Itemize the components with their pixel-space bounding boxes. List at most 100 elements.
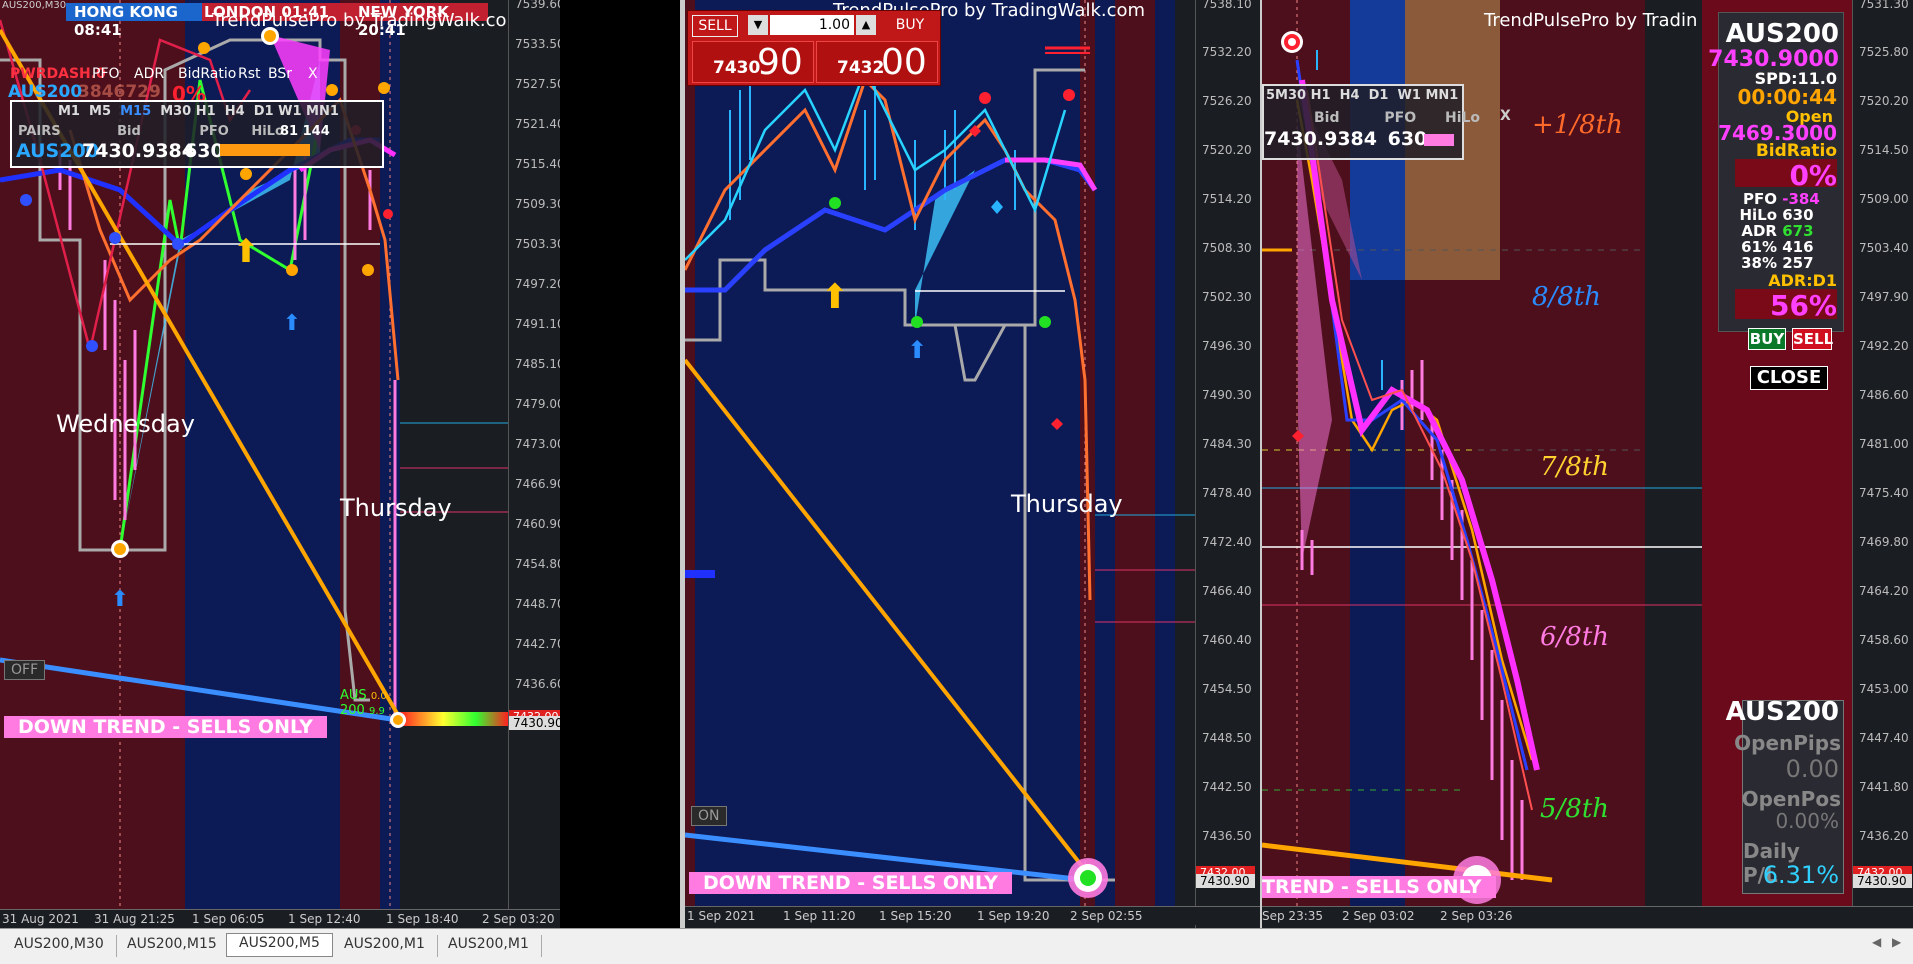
col-bid: Bid <box>117 124 141 139</box>
dash-row[interactable]: AUS200 7430.9384 630 <box>16 140 224 162</box>
sell-price[interactable]: 7430 90 <box>692 41 814 83</box>
dash-tab-rst[interactable]: Rst <box>238 66 261 82</box>
sell-quick-button[interactable]: SELL <box>1792 328 1833 350</box>
mini-dashboard: 5M30 H1 H4 D1 W1 MN1 Bid PFO HiLo 7430.9… <box>1262 84 1480 160</box>
y-tick: 7436.60 <box>515 677 560 691</box>
y-tick: 7497.90 <box>1859 290 1909 304</box>
dash-close-x[interactable]: X <box>308 66 318 82</box>
time-axis: 31 Aug 2021 31 Aug 21:25 1 Sep 06:05 1 S… <box>0 909 560 928</box>
fraction-8-8: 8/8th <box>1532 282 1602 312</box>
tf-d1[interactable]: D1 <box>254 104 274 119</box>
lot-input[interactable]: 1.00 <box>770 15 854 35</box>
mini-row[interactable]: 7430.9384 630 <box>1264 128 1427 150</box>
tab-aus200-m30[interactable]: AUS200,M30 <box>2 935 117 957</box>
mini-hilo-bar <box>1424 134 1454 146</box>
y-tick: 7484.30 <box>1202 437 1252 451</box>
dash-tab-pfo[interactable]: PFO <box>92 66 120 82</box>
y-tick: 7515.40 <box>515 157 560 171</box>
info-adr-pct: 56% <box>1735 289 1837 322</box>
x-tick: 31 Aug 2021 <box>2 912 79 926</box>
tf-m5[interactable]: M5 <box>89 104 111 119</box>
price-axis: 7539.60 7533.50 7527.50 7521.40 7515.40 … <box>508 0 560 910</box>
chart-pane-m5[interactable]: ⬆ ⬆ TrendPulsePro by TradingWalk.com SEL… <box>685 0 1195 928</box>
tf-mn1[interactable]: MN1 <box>306 104 339 119</box>
trend-banner: TREND - SELLS ONLY <box>1262 876 1496 898</box>
y-tick: 7526.20 <box>1202 94 1252 108</box>
svg-text:⬆: ⬆ <box>283 311 301 336</box>
buy-price[interactable]: 7432 00 <box>816 41 938 83</box>
y-tick: 7464.20 <box>1859 584 1909 598</box>
session-hk-label: HONG KONG <box>74 3 178 21</box>
y-tick: 7436.50 <box>1202 829 1252 843</box>
pl-open-pos: 0.00% <box>1775 809 1839 833</box>
dash-tab-adr[interactable]: ADR <box>134 66 164 82</box>
pane-separator[interactable] <box>680 0 685 928</box>
y-tick: 7503.40 <box>1859 241 1909 255</box>
chart-pane-m30[interactable]: ⬆ ⬆ ⬆ HONG KONG 08:41 LONDON 01:41 NEW Y… <box>0 0 560 928</box>
tf-h4[interactable]: H4 <box>225 104 245 119</box>
dash-symbol: AUS200 <box>8 82 83 102</box>
buy-price-big: 00 <box>881 42 927 83</box>
tf-m30[interactable]: M30 <box>1275 88 1306 103</box>
y-tick: 7527.50 <box>515 77 560 91</box>
tf-m15[interactable]: M15 <box>120 104 151 119</box>
tf-m5[interactable]: 5 <box>1266 88 1275 103</box>
price-axis-m5: 7538.10 7532.20 7526.20 7520.20 7514.20 … <box>1195 0 1261 928</box>
tf-w1[interactable]: W1 <box>1398 88 1421 103</box>
x-tick: 31 Aug 21:25 <box>94 912 175 926</box>
mini-close-x[interactable]: X <box>1500 108 1511 124</box>
tf-h4[interactable]: H4 <box>1340 88 1360 103</box>
tab-aus200-m5[interactable]: AUS200,M5 <box>226 933 333 957</box>
y-tick: 7521.40 <box>515 117 560 131</box>
col-pfo: PFO <box>199 124 229 139</box>
y-tick: 7454.80 <box>515 557 560 571</box>
tf-w1[interactable]: W1 <box>278 104 301 119</box>
tf-h1[interactable]: H1 <box>196 104 216 119</box>
x-tick: 2 Sep 03:02 <box>1342 909 1415 923</box>
toggle-on-button[interactable]: ON <box>691 806 727 826</box>
y-tick: 7509.00 <box>1859 192 1909 206</box>
y-tick: 7436.20 <box>1859 829 1909 843</box>
row-pfo: 630 <box>184 140 224 162</box>
info-row-key: PFO <box>1743 190 1777 208</box>
x-tick: 1 Sep 15:20 <box>879 909 952 923</box>
toggle-off-button[interactable]: OFF <box>4 660 46 680</box>
y-tick: 7460.90 <box>515 517 560 531</box>
dash-tab-bidratio[interactable]: BidRatio <box>178 66 236 82</box>
x-tick: 1 Sep 18:40 <box>386 912 459 926</box>
tf-m1[interactable]: M1 <box>58 104 80 119</box>
y-tick: 7520.20 <box>1202 143 1252 157</box>
pane-separator[interactable] <box>1260 0 1262 928</box>
dash-tab-bsr[interactable]: BSr <box>268 66 292 82</box>
tab-aus200-m1-second[interactable]: AUS200,M1 <box>436 935 542 957</box>
tf-m30[interactable]: M30 <box>160 104 191 119</box>
tab-aus200-m15[interactable]: AUS200,M15 <box>115 935 230 957</box>
tf-d1[interactable]: D1 <box>1369 88 1389 103</box>
buy-quick-button[interactable]: BUY <box>1748 328 1786 350</box>
tf-h1[interactable]: H1 <box>1311 88 1331 103</box>
tf-mn1[interactable]: MN1 <box>1425 88 1458 103</box>
lot-increase[interactable]: ▲ <box>856 15 876 35</box>
day-label-thursday: Thursday <box>340 494 452 522</box>
y-tick: 7478.40 <box>1202 486 1252 500</box>
sell-button[interactable]: SELL <box>692 15 738 37</box>
x-tick: Sep 23:35 <box>1262 909 1324 923</box>
buy-button[interactable]: BUY <box>888 15 932 35</box>
lot-decrease[interactable]: ▼ <box>748 15 768 35</box>
info-row-pfo: PFO -384 <box>1733 191 1837 207</box>
close-all-button[interactable]: CLOSE <box>1750 366 1828 390</box>
info-bidratio-label: BidRatio <box>1755 141 1837 161</box>
x-tick: 2 Sep 03:26 <box>1440 909 1513 923</box>
scroll-left-icon[interactable]: ◀ <box>1872 935 1881 949</box>
chart-pane-m1[interactable]: TrendPulsePro by Tradin 5M30 H1 H4 D1 W1… <box>1262 0 1913 928</box>
y-tick: 7481.00 <box>1859 437 1909 451</box>
x-tick: 2 Sep 02:55 <box>1070 909 1143 923</box>
mini-n: 200 <box>340 703 365 718</box>
scroll-right-icon[interactable]: ▶ <box>1892 935 1901 949</box>
tab-aus200-m1[interactable]: AUS200,M1 <box>332 935 438 957</box>
info-row-key: 38% <box>1741 254 1777 272</box>
chart-canvas-m5: ⬆ ⬆ <box>685 0 1195 910</box>
x-tick: 1 Sep 19:20 <box>977 909 1050 923</box>
pl-open-pips-label: OpenPips <box>1734 731 1841 755</box>
y-tick: 7533.50 <box>515 37 560 51</box>
